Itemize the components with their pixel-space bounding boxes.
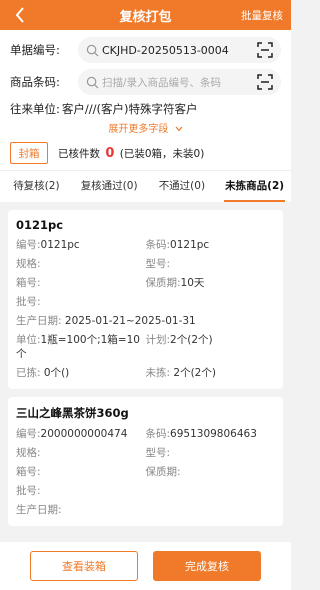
filter-form: 单据编号: CKJHD-20250513-0004 商品条码: 扫描/录入商品编…: [0, 30, 291, 170]
item-name: 三山之峰黑茶饼360g: [16, 406, 129, 420]
item-box: 箱号:: [16, 466, 41, 478]
item-model: 型号:: [145, 447, 171, 459]
item-plan: 计划:2个(2个): [145, 334, 213, 346]
scan-icon[interactable]: [257, 42, 273, 58]
item-unpicked: 未拣: 2个(2个): [145, 367, 216, 379]
expand-more-fields[interactable]: 展开更多字段: [10, 120, 281, 140]
checked-count-text: 已核件数 0 (已装0箱，未装0): [58, 146, 204, 161]
finish-review-button[interactable]: 完成复核: [153, 551, 261, 581]
item-box: 箱号:: [16, 277, 41, 289]
review-tabs: 待复核(2) 复核通过(0) 不通过(0) 未拣商品(2): [0, 170, 291, 202]
item-batch: 批号:: [16, 485, 41, 497]
item-spec: 规格:: [16, 258, 41, 270]
item-code: 编号:2000000000474: [16, 428, 128, 440]
barcode-row: 商品条码: 扫描/录入商品编号、条码: [10, 66, 281, 98]
item-shelf-life: 保质期:: [145, 466, 181, 478]
item-spec: 规格:: [16, 447, 41, 459]
checked-count-number: 0: [105, 145, 115, 161]
item-shelf-life: 保质期:10天: [145, 277, 205, 289]
order-number-label: 单据编号:: [10, 43, 60, 57]
bottom-action-bar: 查看装箱 完成复核: [0, 542, 291, 590]
back-arrow-icon[interactable]: [10, 5, 30, 25]
item-code: 编号:0121pc: [16, 239, 80, 251]
item-card[interactable]: 三山之峰黑茶饼360g 编号:2000000000474 条码:69513098…: [8, 397, 283, 526]
tab-review-passed[interactable]: 复核通过(0): [73, 171, 146, 202]
seal-box-button[interactable]: 封箱: [10, 142, 48, 164]
search-icon: [86, 76, 99, 88]
view-boxes-button[interactable]: 查看装箱: [30, 551, 138, 581]
tab-unpicked-items[interactable]: 未拣商品(2): [218, 171, 291, 202]
order-number-value: CKJHD-20250513-0004: [102, 43, 229, 57]
item-production-date: 生产日期:: [16, 504, 62, 516]
barcode-field[interactable]: 扫描/录入商品编号、条码: [78, 69, 281, 95]
checked-count-suffix: (已装0箱，未装0): [119, 147, 205, 160]
partner-unit-value: 客户///(客户)特殊字符客户: [61, 102, 198, 116]
top-bar: 复核打包 批量复核: [0, 0, 291, 30]
item-picked: 已拣: 0个(): [16, 367, 70, 379]
item-list: 0121pc 编号:0121pc 条码:0121pc 规格: 型号: 箱号: 保…: [0, 202, 291, 526]
item-model: 型号:: [145, 258, 171, 270]
partner-unit-row: 往来单位: 客户///(客户)特殊字符客户: [10, 98, 281, 120]
box-status-bar: 封箱 已核件数 0 (已装0箱，未装0): [10, 140, 281, 170]
item-production-date: 生产日期: 2025-01-21~2025-01-31: [16, 315, 196, 327]
item-unit: 单位:1瓶=100个;1箱=10个: [16, 334, 140, 360]
partner-unit-label: 往来单位:: [10, 102, 60, 116]
tab-review-failed[interactable]: 不通过(0): [146, 171, 219, 202]
item-barcode: 条码:6951309806463: [145, 428, 257, 440]
item-barcode: 条码:0121pc: [145, 239, 210, 251]
barcode-placeholder: 扫描/录入商品编号、条码: [102, 76, 222, 89]
order-number-field[interactable]: CKJHD-20250513-0004: [78, 37, 281, 63]
batch-review-button[interactable]: 批量复核: [241, 8, 283, 23]
scan-icon[interactable]: [257, 74, 273, 90]
search-icon: [86, 44, 99, 56]
checked-count-prefix: 已核件数: [58, 147, 100, 160]
expand-more-label: 展开更多字段: [108, 124, 169, 135]
barcode-label: 商品条码:: [10, 75, 60, 89]
tab-pending-review[interactable]: 待复核(2): [0, 171, 73, 202]
item-batch: 批号:: [16, 296, 41, 308]
order-number-row: 单据编号: CKJHD-20250513-0004: [10, 34, 281, 66]
item-name: 0121pc: [16, 218, 64, 232]
item-card[interactable]: 0121pc 编号:0121pc 条码:0121pc 规格: 型号: 箱号: 保…: [8, 210, 283, 389]
chevron-down-icon: [175, 126, 183, 132]
